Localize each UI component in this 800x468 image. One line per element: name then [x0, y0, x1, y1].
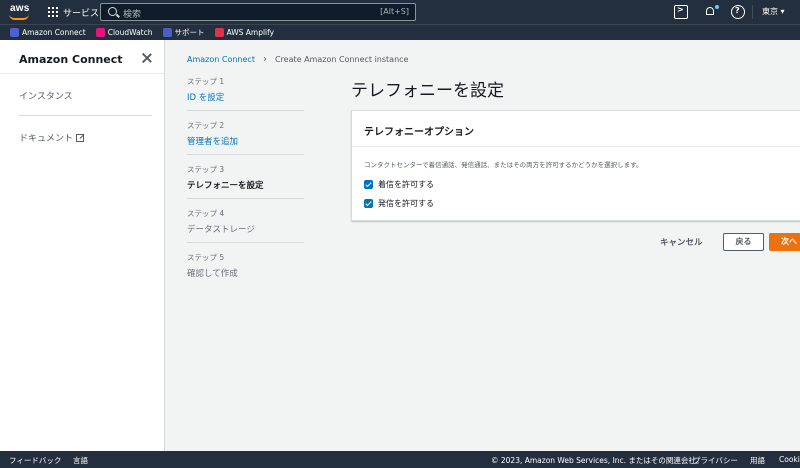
chevron-right-icon: › [262, 54, 267, 65]
sidebar: Amazon Connect インスタンス ドキュメント [0, 40, 165, 451]
sidebar-item-documentation[interactable]: ドキュメント [19, 131, 85, 144]
services-menu-button[interactable]: サービス [48, 5, 99, 19]
amplify-icon [214, 28, 224, 37]
favorite-label: AWS Amplify [226, 28, 275, 37]
breadcrumb-current: Create Amazon Connect instance [274, 55, 409, 64]
search-input[interactable]: 検索 [Alt+S] [100, 3, 416, 21]
cloudwatch-icon [95, 28, 105, 37]
sidebar-item-label: インスタンス [19, 92, 73, 102]
allow-outbound-checkbox[interactable] [364, 199, 373, 208]
next-button[interactable]: 次へ [769, 233, 800, 251]
back-button[interactable]: 戻る [723, 233, 764, 251]
divider [19, 115, 152, 116]
wizard-step-5: ステップ 5 確認して作成 [187, 252, 304, 279]
favorites-bar: Amazon Connect CloudWatch サポート AWS Ampli… [0, 24, 800, 40]
favorite-amazon-connect[interactable]: Amazon Connect [10, 28, 86, 37]
nav-divider [752, 5, 753, 19]
step-number: ステップ 5 [187, 253, 225, 262]
privacy-link[interactable]: プライバシー [693, 455, 738, 466]
favorite-label: CloudWatch [107, 28, 153, 37]
notification-dot [715, 5, 719, 9]
favorite-aws-amplify[interactable]: AWS Amplify [214, 28, 275, 37]
divider [0, 73, 164, 74]
cookie-link[interactable]: Cookie [779, 455, 800, 464]
breadcrumb-link-amazon-connect[interactable]: Amazon Connect [187, 55, 255, 64]
aws-smile-icon [9, 14, 29, 20]
close-icon[interactable] [141, 52, 153, 64]
feedback-link[interactable]: フィードバック [9, 455, 61, 466]
telephony-options-panel: テレフォニーオプション コンタクトセンターで着信通話、発信通話、またはその両方を… [351, 110, 800, 221]
checkbox-label: 発信を許可する [378, 199, 434, 208]
footer: フィードバック 言語 © 2023, Amazon Web Services, … [0, 451, 800, 468]
divider [187, 110, 304, 111]
region-selector[interactable]: 東京 ▾ [762, 6, 785, 17]
favorite-label: Amazon Connect [22, 28, 86, 37]
wizard-step-1: ステップ 1 ID を設定 [187, 76, 304, 103]
aws-logo-text: aws [10, 3, 30, 14]
services-label: サービス [63, 8, 100, 19]
allow-inbound-option[interactable]: 着信を許可する [364, 179, 434, 190]
step-number: ステップ 3 [187, 165, 225, 174]
top-navigation: aws サービス 検索 [Alt+S] 東京 ▾ [0, 0, 800, 24]
terms-link[interactable]: 用語 [750, 455, 765, 466]
divider [187, 242, 304, 243]
amazon-connect-icon [10, 28, 19, 37]
step-link-set-identity[interactable]: ID を設定 [187, 91, 304, 103]
divider [187, 154, 304, 155]
search-icon [108, 7, 117, 16]
sidebar-item-instances[interactable]: インスタンス [19, 89, 73, 102]
step-review-and-create: 確認して作成 [187, 269, 238, 279]
favorite-support[interactable]: サポート [162, 27, 205, 38]
aws-logo[interactable]: aws [8, 3, 32, 21]
step-number: ステップ 1 [187, 77, 225, 86]
search-shortcut-hint: [Alt+S] [380, 7, 409, 16]
allow-outbound-option[interactable]: 発信を許可する [364, 198, 434, 209]
support-icon [162, 28, 172, 37]
step-data-storage: データストレージ [187, 225, 255, 235]
search-placeholder: 検索 [123, 10, 142, 20]
step-number: ステップ 4 [187, 209, 225, 218]
cancel-button[interactable]: キャンセル [660, 236, 703, 248]
panel-header: テレフォニーオプション [352, 111, 800, 147]
step-number: ステップ 2 [187, 121, 225, 130]
panel-description: コンタクトセンターで着信通話、発信通話、またはその両方を許可するかどうかを選択し… [364, 161, 643, 169]
step-current-telephony: テレフォニーを設定 [187, 181, 264, 191]
bell-icon[interactable] [704, 5, 719, 19]
sidebar-title: Amazon Connect [19, 53, 123, 66]
step-link-add-administrator[interactable]: 管理者を追加 [187, 135, 304, 147]
wizard-step-4: ステップ 4 データストレージ [187, 208, 304, 235]
copyright-text: © 2023, Amazon Web Services, Inc. またはその関… [491, 456, 704, 465]
grid-icon [48, 7, 58, 17]
external-link-icon [76, 134, 85, 142]
sidebar-item-label: ドキュメント [19, 134, 74, 144]
terminal-icon[interactable] [674, 5, 688, 19]
breadcrumb: Amazon Connect › Create Amazon Connect i… [187, 54, 408, 65]
allow-inbound-checkbox[interactable] [364, 180, 373, 189]
page-title: テレフォニーを設定 [351, 81, 504, 101]
help-icon[interactable] [731, 5, 745, 19]
checkbox-label: 着信を許可する [378, 180, 434, 189]
favorite-cloudwatch[interactable]: CloudWatch [95, 28, 153, 37]
panel-title: テレフォニーオプション [364, 127, 474, 138]
wizard-step-2: ステップ 2 管理者を追加 [187, 120, 304, 147]
language-link[interactable]: 言語 [73, 455, 88, 466]
favorite-label: サポート [174, 28, 205, 37]
divider [187, 198, 304, 199]
wizard-step-3: ステップ 3 テレフォニーを設定 [187, 164, 304, 191]
